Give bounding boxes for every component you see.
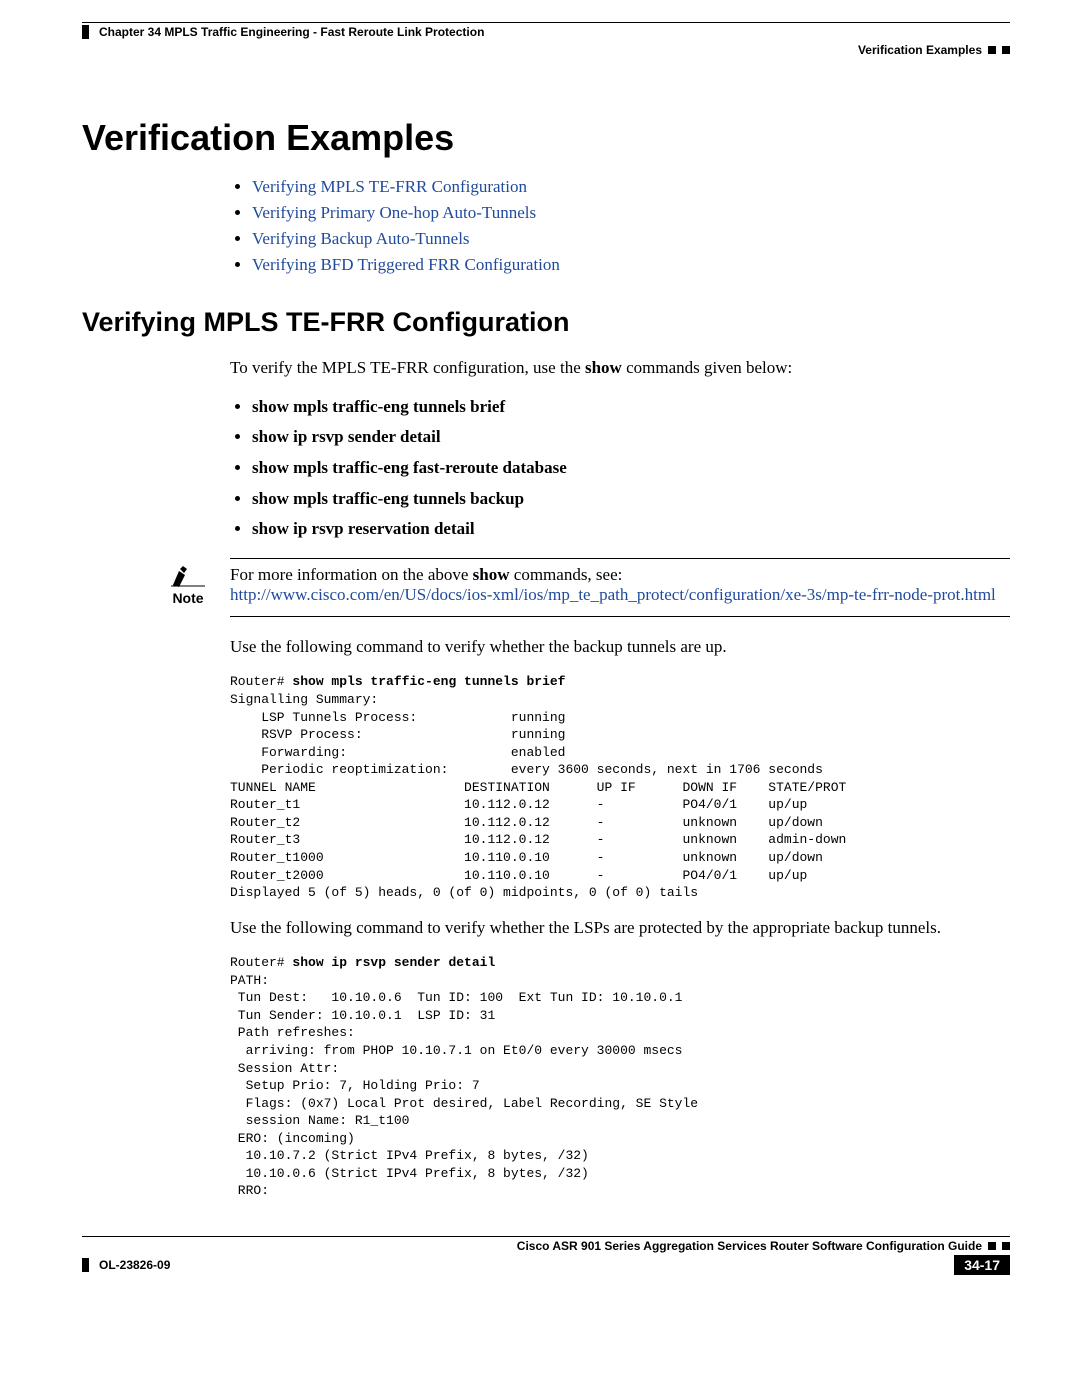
footer-guide: Cisco ASR 901 Series Aggregation Service…: [517, 1239, 982, 1253]
note-body: For more information on the above show c…: [230, 565, 996, 606]
toc-item: Verifying Backup Auto-Tunnels: [252, 229, 1010, 249]
toc-item: Verifying Primary One-hop Auto-Tunnels: [252, 203, 1010, 223]
note-block: Note For more information on the above s…: [230, 558, 1010, 617]
pencil-icon: [171, 565, 205, 587]
header-chapter-text: Chapter 34 MPLS Traffic Engineering - Fa…: [99, 25, 484, 39]
toc-link[interactable]: Verifying Primary One-hop Auto-Tunnels: [252, 203, 536, 222]
command-item: show mpls traffic-eng tunnels brief: [252, 395, 1010, 420]
footer: Cisco ASR 901 Series Aggregation Service…: [82, 1236, 1010, 1275]
toc-item: Verifying MPLS TE-FRR Configuration: [252, 177, 1010, 197]
footer-bar-icon: [82, 1258, 89, 1272]
body-block: Use the following command to verify whet…: [230, 635, 1010, 1200]
paragraph: Use the following command to verify whet…: [230, 916, 1010, 941]
subsection-heading: Verifying MPLS TE-FRR Configuration: [82, 307, 1010, 338]
command-item: show mpls traffic-eng tunnels backup: [252, 487, 1010, 512]
header-section: Verification Examples: [82, 43, 1010, 57]
footer-guide-row: Cisco ASR 901 Series Aggregation Service…: [82, 1239, 1010, 1253]
cli-output: Router# show mpls traffic-eng tunnels br…: [230, 673, 1010, 901]
toc-link[interactable]: Verifying MPLS TE-FRR Configuration: [252, 177, 527, 196]
note-label: Note: [170, 590, 206, 606]
header-chapter: Chapter 34 MPLS Traffic Engineering - Fa…: [82, 25, 1010, 39]
header-bar-icon: [82, 25, 89, 39]
footer-docid: OL-23826-09: [82, 1258, 170, 1272]
toc-item: Verifying BFD Triggered FRR Configuratio…: [252, 255, 1010, 275]
header-section-text: Verification Examples: [858, 43, 982, 57]
header-square-icon: [1002, 46, 1010, 54]
toc-link[interactable]: Verifying BFD Triggered FRR Configuratio…: [252, 255, 560, 274]
page-number: 34-17: [954, 1255, 1010, 1275]
command-item: show ip rsvp sender detail: [252, 425, 1010, 450]
note-link[interactable]: http://www.cisco.com/en/US/docs/ios-xml/…: [230, 585, 996, 604]
header-rule: [82, 22, 1010, 23]
footer-square-icon: [988, 1242, 996, 1250]
page-title: Verification Examples: [82, 117, 1010, 159]
body-block: To verify the MPLS TE-FRR configuration,…: [230, 356, 1010, 542]
page: Chapter 34 MPLS Traffic Engineering - Fa…: [0, 0, 1080, 1315]
note-icon-col: Note: [170, 565, 206, 606]
toc-list: Verifying MPLS TE-FRR Configuration Veri…: [82, 177, 1010, 275]
cli-output: Router# show ip rsvp sender detail PATH:…: [230, 954, 1010, 1200]
command-item: show ip rsvp reservation detail: [252, 517, 1010, 542]
footer-bottom-row: OL-23826-09 34-17: [82, 1255, 1010, 1275]
header-square-icon: [988, 46, 996, 54]
paragraph: Use the following command to verify whet…: [230, 635, 1010, 660]
toc-link[interactable]: Verifying Backup Auto-Tunnels: [252, 229, 470, 248]
command-list: show mpls traffic-eng tunnels brief show…: [230, 395, 1010, 542]
footer-rule: [82, 1236, 1010, 1237]
command-item: show mpls traffic-eng fast-reroute datab…: [252, 456, 1010, 481]
intro-paragraph: To verify the MPLS TE-FRR configuration,…: [230, 356, 1010, 381]
footer-square-icon: [1002, 1242, 1010, 1250]
note-end-rule: [230, 616, 1010, 617]
